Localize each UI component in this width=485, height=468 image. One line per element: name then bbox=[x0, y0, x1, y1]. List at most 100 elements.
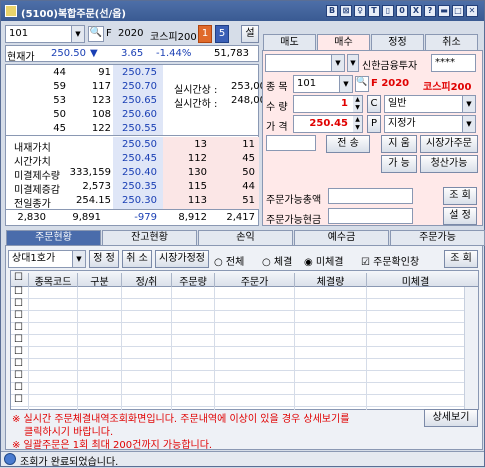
title-button[interactable]: ✕ bbox=[466, 5, 478, 17]
price-stepper[interactable]: ▲ ▼ bbox=[353, 116, 362, 132]
query-button[interactable]: 조 회 bbox=[444, 250, 478, 268]
table-row[interactable]: ☐ bbox=[11, 286, 464, 299]
lower-tab[interactable]: 손익 bbox=[198, 230, 293, 246]
bid-count: 44 bbox=[242, 181, 255, 192]
column-header[interactable]: 체결량 bbox=[294, 273, 366, 288]
bid-count: 51 bbox=[242, 195, 255, 206]
available-button[interactable]: 가 능 bbox=[381, 155, 417, 173]
column-header[interactable]: 주문량 bbox=[171, 273, 214, 288]
title-button[interactable]: ⊠ bbox=[340, 5, 352, 17]
lower-tab[interactable]: 주문현황 bbox=[6, 230, 101, 246]
title-button[interactable]: ▯ bbox=[382, 5, 394, 17]
liquidate-available-button[interactable]: 청산가능 bbox=[420, 155, 478, 173]
ask-price[interactable]: 250.75 bbox=[113, 67, 157, 78]
ask-count: 59 bbox=[53, 81, 66, 92]
order-code-select[interactable]: 101 ▼ bbox=[293, 75, 353, 93]
column-header[interactable]: 구분 bbox=[77, 273, 121, 288]
bid-price[interactable]: 250.35 bbox=[113, 181, 157, 192]
scrollbar[interactable] bbox=[464, 287, 478, 410]
lower-tab[interactable]: 예수금 bbox=[294, 230, 389, 246]
quantity-stepper[interactable]: ▲ ▼ bbox=[353, 96, 362, 112]
settings-button[interactable]: 설 정 bbox=[443, 207, 477, 225]
order-tab[interactable]: 정정 bbox=[371, 34, 424, 51]
radio-all[interactable]: ○ 전체 bbox=[214, 253, 244, 268]
bid-price[interactable]: 250.45 bbox=[113, 153, 157, 164]
radio-done[interactable]: ○ 체결 bbox=[262, 253, 292, 268]
title-button[interactable]: X bbox=[410, 5, 422, 17]
app-icon bbox=[5, 5, 17, 17]
detail-view-button[interactable]: 상세보기 bbox=[424, 409, 478, 427]
type-c-button[interactable]: C bbox=[367, 95, 381, 113]
title-button[interactable]: ? bbox=[424, 5, 436, 17]
lower-tab[interactable]: 잔고현황 bbox=[102, 230, 197, 246]
order-tab[interactable]: 취소 bbox=[425, 34, 478, 51]
column-header[interactable]: 종목코드 bbox=[28, 273, 77, 288]
search-icon[interactable]: 🔍 bbox=[88, 26, 104, 42]
info-icon bbox=[4, 453, 16, 465]
column-header[interactable]: 정/취 bbox=[121, 273, 171, 288]
ask-price[interactable]: 250.65 bbox=[113, 95, 157, 106]
send-button[interactable]: 전 송 bbox=[326, 135, 370, 153]
table-row[interactable]: ☐ bbox=[11, 322, 464, 335]
title-button[interactable]: 0 bbox=[396, 5, 408, 17]
column-header[interactable]: 미체결 bbox=[366, 273, 464, 288]
bid-price[interactable]: 250.50 bbox=[113, 139, 157, 150]
query-button[interactable]: 조 회 bbox=[443, 187, 477, 205]
table-row[interactable]: ☐ bbox=[11, 358, 464, 371]
column-header[interactable]: 주문가 bbox=[214, 273, 294, 288]
code-select[interactable]: 101 ▼ bbox=[5, 25, 85, 43]
type-p-button[interactable]: P bbox=[367, 115, 381, 133]
market-modify-button[interactable]: 시장가정정 bbox=[155, 250, 209, 268]
table-row[interactable]: ☐ bbox=[11, 382, 464, 395]
ask-price[interactable]: 250.60 bbox=[113, 109, 157, 120]
account-dropdown[interactable]: ▼ bbox=[347, 54, 359, 72]
table-row[interactable]: ☐ bbox=[11, 370, 464, 383]
current-price: 250.50 bbox=[51, 48, 86, 59]
bid-count: 45 bbox=[242, 153, 255, 164]
title-button[interactable]: □ bbox=[452, 5, 464, 17]
confirm-checkbox[interactable]: ☑ 주문확인창 bbox=[361, 253, 419, 268]
minus-1-button[interactable]: 1 bbox=[198, 25, 212, 43]
title-button[interactable]: ♀ bbox=[354, 5, 366, 17]
account-select[interactable]: ▼ bbox=[265, 54, 345, 72]
clear-button[interactable]: 지 움 bbox=[381, 135, 417, 153]
radio-undone[interactable]: ◉ 미체결 bbox=[304, 253, 344, 268]
password-input[interactable]: **** bbox=[431, 54, 476, 72]
table-row[interactable]: ☐ bbox=[11, 394, 464, 407]
minus-5-button[interactable]: 5 bbox=[215, 25, 229, 43]
hoga-select[interactable]: 상대1호가 ▼ bbox=[8, 250, 86, 268]
title-button[interactable]: ▬ bbox=[438, 5, 450, 17]
title-button[interactable]: T bbox=[368, 5, 380, 17]
table-row[interactable]: ☐ bbox=[11, 298, 464, 311]
market-order-button[interactable]: 시장가주문 bbox=[420, 135, 478, 153]
info-label: 미결제수량 bbox=[14, 171, 60, 182]
condition-select[interactable]: 지정가 ▼ bbox=[384, 115, 476, 133]
cancel-button[interactable]: 취 소 bbox=[122, 250, 152, 268]
ask-price[interactable]: 250.70 bbox=[113, 81, 157, 92]
product-name: 코스피200 bbox=[150, 32, 197, 43]
ask-qty: 108 bbox=[91, 109, 111, 120]
table-row[interactable]: ☐ bbox=[11, 334, 464, 347]
bid-price[interactable]: 250.30 bbox=[113, 195, 157, 206]
lower-tab[interactable]: 주문가능 bbox=[390, 230, 485, 246]
order-tab[interactable]: 매도 bbox=[263, 34, 316, 51]
order-tab[interactable]: 매수 bbox=[317, 34, 370, 51]
table-row[interactable]: ☐ bbox=[11, 346, 464, 359]
order-type-select[interactable]: 일반 ▼ bbox=[384, 95, 476, 113]
account-name: 신한금융투자 bbox=[362, 61, 418, 72]
bid-price[interactable]: 250.40 bbox=[113, 167, 157, 178]
ask-count: 45 bbox=[53, 123, 66, 134]
title-button[interactable]: B bbox=[326, 5, 338, 17]
bid-count: 11 bbox=[242, 139, 255, 150]
info-value: 254.15 bbox=[76, 195, 111, 206]
checkbox[interactable]: ☐ bbox=[14, 272, 23, 283]
search-icon[interactable]: 🔍 bbox=[355, 76, 369, 92]
modify-button[interactable]: 정 정 bbox=[89, 250, 119, 268]
window-title: (5100)복합주문(선/옵) bbox=[21, 9, 126, 20]
ask-price[interactable]: 250.55 bbox=[113, 123, 157, 134]
settings-button[interactable]: 설 bbox=[241, 25, 259, 43]
ask-qty: 91 bbox=[98, 67, 111, 78]
orderbook-panel: 44 91 250.75 59 117 250.70 53 123 250.65 50… bbox=[5, 64, 266, 226]
table-row[interactable]: ☐ bbox=[11, 310, 464, 323]
info-label: 내재가치 bbox=[14, 143, 51, 154]
